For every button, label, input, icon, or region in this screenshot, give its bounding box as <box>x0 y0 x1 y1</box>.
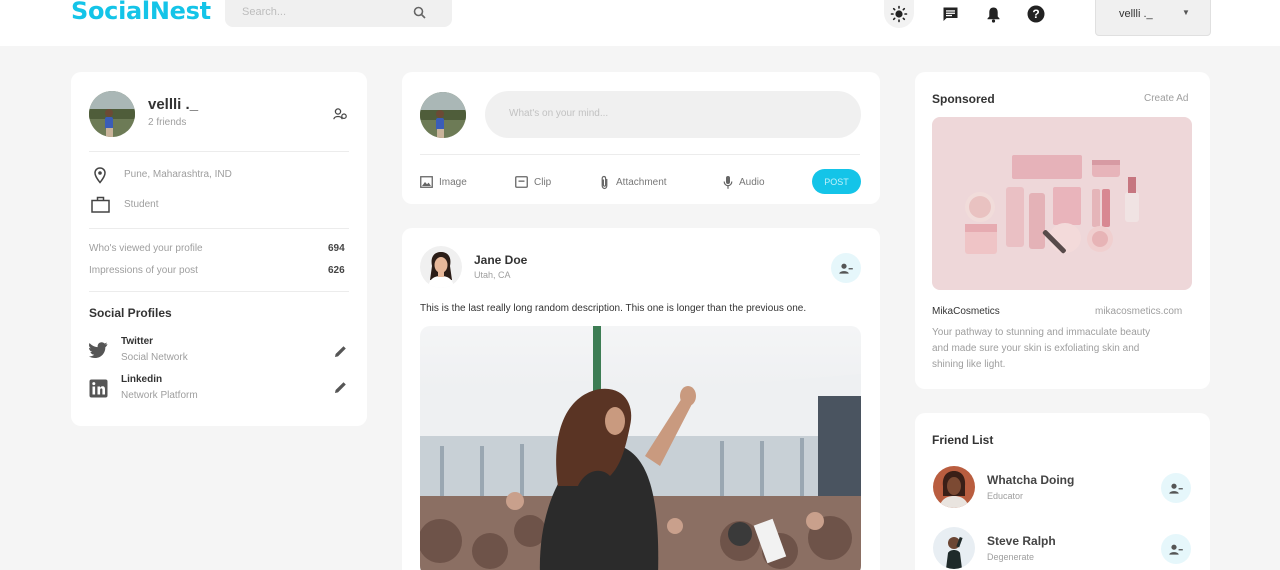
post-button-label: POST <box>824 176 849 187</box>
sun-icon <box>890 5 908 23</box>
social-item-type: Social Network <box>121 352 188 363</box>
edit-icon[interactable] <box>334 381 347 394</box>
profile-friends-count: 2 friends <box>148 117 187 128</box>
profile-location: Pune, Maharashtra, IND <box>124 169 232 180</box>
sponsor-brand[interactable]: MikaCosmetics <box>932 306 1000 317</box>
divider <box>89 291 349 292</box>
top-navbar: SocialNest Search... ? vellli ._ ▼ <box>0 0 1280 46</box>
post-impressions-label: Impressions of your post <box>89 265 198 276</box>
location-icon <box>94 167 106 184</box>
divider <box>89 228 349 229</box>
manage-friends-icon[interactable] <box>333 108 347 120</box>
profile-views-value: 694 <box>328 243 345 254</box>
clip-icon <box>515 176 528 188</box>
divider <box>420 154 860 155</box>
search-icon[interactable] <box>413 6 426 19</box>
edit-icon[interactable] <box>334 345 347 358</box>
social-item-name[interactable]: Linkedin <box>121 374 162 385</box>
help-icon: ? <box>1027 5 1045 23</box>
post-author-avatar[interactable] <box>420 246 462 288</box>
sponsored-card: Sponsored Create Ad MikaCosmetics mikaco… <box>915 72 1210 389</box>
add-attachment-button[interactable]: Attachment <box>600 174 667 190</box>
post-impressions-value: 626 <box>328 265 345 276</box>
remove-friend-icon <box>1169 544 1183 555</box>
remove-friend-button[interactable] <box>831 253 861 283</box>
add-image-label: Image <box>439 176 467 188</box>
remove-friend-button[interactable] <box>1161 473 1191 503</box>
user-dropdown[interactable]: vellli ._ ▼ <box>1095 0 1211 36</box>
briefcase-icon <box>91 196 110 213</box>
twitter-icon <box>89 342 108 358</box>
profile-card: vellli ._ 2 friends Pune, Maharashtra, I… <box>71 72 367 426</box>
profile-avatar[interactable] <box>89 91 135 137</box>
caret-down-icon: ▼ <box>1182 8 1190 17</box>
post-button[interactable]: POST <box>812 169 861 194</box>
messages-button[interactable] <box>935 0 965 28</box>
add-attachment-label: Attachment <box>616 176 667 188</box>
divider <box>89 151 349 152</box>
sponsor-description-line: Your pathway to stunning and immaculate … <box>932 327 1151 338</box>
post-author-location: Utah, CA <box>474 270 511 280</box>
paperclip-icon <box>601 175 608 189</box>
add-image-button[interactable]: Image <box>420 175 467 189</box>
friend-avatar[interactable] <box>933 527 975 569</box>
whats-on-your-mind-input[interactable]: What's on your mind... <box>485 91 861 138</box>
social-item-type: Network Platform <box>121 390 198 401</box>
bell-icon <box>987 7 999 23</box>
microphone-icon <box>723 175 733 189</box>
friend-avatar[interactable] <box>933 466 975 508</box>
sponsor-url[interactable]: mikacosmetics.com <box>1095 306 1182 317</box>
sponsored-title: Sponsored <box>932 92 995 106</box>
help-button[interactable]: ? <box>1021 0 1051 28</box>
social-item-name[interactable]: Twitter <box>121 336 153 347</box>
friend-list-card: Friend List Whatcha Doing Educator Steve… <box>915 413 1210 570</box>
feed-post-card: Jane Doe Utah, CA This is the last reall… <box>402 228 880 570</box>
friend-role: Educator <box>987 491 1024 501</box>
profile-views-label: Who's viewed your profile <box>89 243 203 254</box>
theme-toggle-button[interactable] <box>884 0 914 28</box>
profile-name[interactable]: vellli ._ <box>148 96 198 113</box>
composer-avatar <box>420 92 466 138</box>
sponsor-description-line: and made sure your skin is exfoliating s… <box>932 343 1140 354</box>
app-logo[interactable]: SocialNest <box>71 0 211 25</box>
linkedin-icon <box>89 379 108 398</box>
message-icon <box>943 7 957 21</box>
image-icon <box>420 176 433 188</box>
friend-role: Degenerate <box>987 552 1035 562</box>
notifications-button[interactable] <box>978 0 1008 28</box>
post-author-name[interactable]: Jane Doe <box>474 253 527 267</box>
remove-friend-button[interactable] <box>1161 534 1191 564</box>
composer-placeholder: What's on your mind... <box>509 108 609 119</box>
friend-name[interactable]: Whatcha Doing <box>987 473 1074 487</box>
post-image[interactable] <box>420 326 861 570</box>
create-ad-link[interactable]: Create Ad <box>1144 93 1188 104</box>
friend-name[interactable]: Steve Ralph <box>987 534 1056 548</box>
remove-friend-icon <box>1169 483 1183 494</box>
add-clip-label: Clip <box>534 176 552 188</box>
post-composer-card: What's on your mind... Image Clip Attach… <box>402 72 880 204</box>
profile-occupation: Student <box>124 199 159 210</box>
social-profiles-title: Social Profiles <box>89 306 172 320</box>
search-input[interactable]: Search... <box>242 6 286 18</box>
add-clip-button[interactable]: Clip <box>515 175 551 189</box>
user-dropdown-value: vellli ._ <box>1119 8 1153 20</box>
sponsor-description-line: shining like light. <box>932 359 1006 370</box>
sponsored-ad-image[interactable] <box>932 117 1192 290</box>
remove-friend-icon <box>839 263 853 274</box>
add-audio-label: Audio <box>739 176 765 188</box>
svg-text:?: ? <box>1032 7 1039 21</box>
friend-list-title: Friend List <box>932 433 994 447</box>
search-bar[interactable]: Search... <box>225 0 452 27</box>
post-description: This is the last really long random desc… <box>420 303 807 314</box>
add-audio-button[interactable]: Audio <box>723 174 765 190</box>
